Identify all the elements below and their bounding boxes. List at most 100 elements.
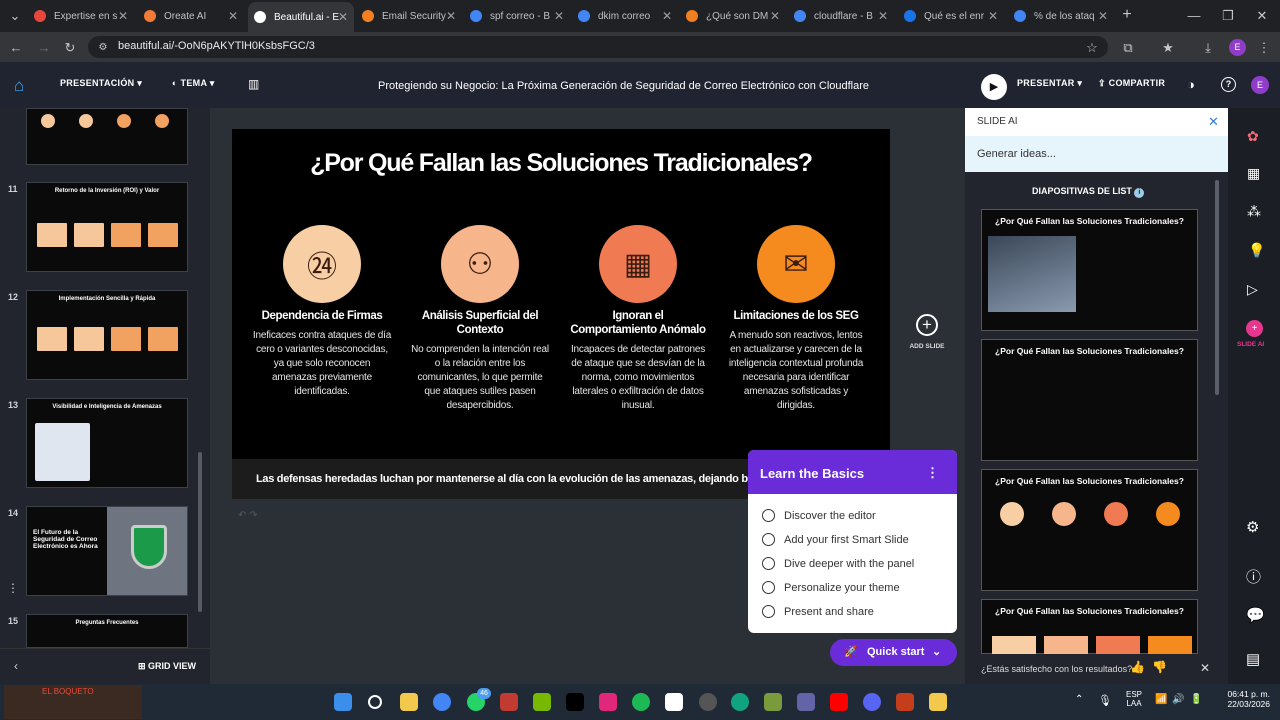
lightbulb-icon[interactable]: 💡: [1248, 242, 1265, 259]
dismiss-feedback-icon[interactable]: ✕: [1200, 661, 1210, 675]
learn-basics-item[interactable]: Dive deeper with the panel: [762, 557, 914, 570]
slide-column[interactable]: ㉔ Dependencia de Firmas Ineficaces contra …: [252, 225, 392, 399]
grid-view-button[interactable]: ⊞ GRID VIEW: [138, 661, 196, 672]
compartir-button[interactable]: ⇪ COMPARTIR: [1098, 78, 1165, 89]
more-options-icon[interactable]: ⋮: [926, 465, 939, 481]
file-explorer-icon[interactable]: [400, 693, 418, 711]
tab-close-icon[interactable]: ✕: [1098, 9, 1108, 23]
right-panel-scrollbar[interactable]: [1215, 180, 1219, 395]
slide-thumbnail[interactable]: [26, 108, 188, 165]
ai-slide-option[interactable]: ¿Por Qué Fallan las Soluciones Tradicion…: [981, 209, 1198, 331]
user-avatar[interactable]: E: [1251, 76, 1269, 94]
quick-start-button[interactable]: 🚀 Quick start ⌄: [830, 639, 957, 666]
chart-icon[interactable]: ▥: [248, 77, 259, 91]
palette-tool-icon[interactable]: ✿: [1247, 128, 1259, 145]
learn-basics-item[interactable]: Present and share: [762, 605, 874, 618]
browser-tab[interactable]: Expertise en s ✕: [28, 4, 134, 28]
column-title[interactable]: Ignoran el Comportamiento Anómalo: [568, 309, 708, 337]
info-icon[interactable]: i: [1134, 188, 1145, 198]
column-description[interactable]: Incapaces de detectar patrones de ataque…: [568, 343, 708, 413]
chrome-icon[interactable]: [433, 693, 451, 711]
tab-close-icon[interactable]: ✕: [554, 9, 564, 23]
tab-close-icon[interactable]: ✕: [662, 9, 672, 23]
undo-icon[interactable]: ↶ ↷: [238, 510, 258, 521]
volume-icon[interactable]: 🔊: [1172, 694, 1184, 705]
column-title[interactable]: Análisis Superficial del Contexto: [410, 309, 550, 337]
reload-icon[interactable]: ↻: [62, 40, 78, 56]
browser-tab[interactable]: spf correo - B ✕: [464, 4, 570, 28]
microphone-icon[interactable]: 🎙: [1098, 694, 1112, 707]
tab-close-icon[interactable]: ✕: [770, 9, 780, 23]
chatgpt-icon[interactable]: [731, 693, 749, 711]
browser-tab[interactable]: dkim correo ✕: [572, 4, 678, 28]
tab-close-icon[interactable]: ✕: [228, 9, 238, 23]
slide-options-icon[interactable]: ⋮: [7, 581, 19, 595]
video-preview[interactable]: EL BOQUETO: [4, 685, 142, 719]
tab-close-icon[interactable]: ✕: [878, 9, 888, 23]
forward-icon[interactable]: →: [36, 40, 52, 56]
ai-slide-option[interactable]: ¿Por Qué Fallan las Soluciones Tradicion…: [981, 339, 1198, 461]
column-title[interactable]: Limitaciones de los SEG: [726, 309, 866, 323]
tiktok-icon[interactable]: [566, 693, 584, 711]
close-panel-icon[interactable]: ✕: [1208, 114, 1219, 130]
slide-column[interactable]: ▦ Ignoran el Comportamiento Anómalo Incapa…: [568, 225, 708, 413]
language-indicator[interactable]: ESP LAA: [1126, 690, 1142, 708]
animation-icon[interactable]: ▷: [1247, 281, 1258, 298]
presentation-title[interactable]: Protegiendo su Negocio: La Próxima Gener…: [378, 80, 869, 92]
slide-ai-tool-label[interactable]: SLIDE AI: [1237, 341, 1264, 348]
theme-toggle-icon[interactable]: ◑: [1187, 77, 1195, 92]
nvidia-icon[interactable]: [533, 693, 551, 711]
thumbs-up-icon[interactable]: 👍: [1130, 660, 1145, 674]
tiktok-alt-icon[interactable]: [599, 693, 617, 711]
browser-tab[interactable]: ¿Qué son DM ✕: [680, 4, 786, 28]
minimize-icon[interactable]: —: [1186, 8, 1202, 24]
tab-close-icon[interactable]: ✕: [446, 9, 456, 23]
slide-thumbnail[interactable]: Visibilidad e Inteligencia de Amenazas: [26, 398, 188, 488]
learn-basics-item[interactable]: Add your first Smart Slide: [762, 533, 909, 546]
browser-tab[interactable]: Email Security ✕: [356, 4, 462, 28]
notes-app-icon[interactable]: [929, 693, 947, 711]
browser-menu-icon[interactable]: ⋮: [1256, 40, 1272, 56]
notes-icon[interactable]: ▤: [1246, 650, 1260, 668]
slide-title[interactable]: ¿Por Qué Fallan las Soluciones Tradicion…: [232, 149, 890, 178]
tab-search-icon[interactable]: ⌄: [6, 8, 24, 24]
generar-ideas-input[interactable]: Generar ideas...: [965, 136, 1228, 172]
tab-close-icon[interactable]: ✕: [988, 9, 998, 23]
presentacion-menu[interactable]: PRESENTACIÓN ▾: [60, 78, 142, 89]
home-icon[interactable]: ⌂: [14, 77, 32, 95]
learn-basics-item[interactable]: Personalize your theme: [762, 581, 900, 594]
tray-chevron-icon[interactable]: ⌃: [1075, 694, 1083, 705]
column-description[interactable]: No comprenden la intención real o la rel…: [410, 343, 550, 413]
slide-column[interactable]: ⚇ Análisis Superficial del Contexto No com…: [410, 225, 550, 413]
slide-column[interactable]: ✉ Limitaciones de los SEG A menudo son rea…: [726, 225, 866, 413]
browser-tab[interactable]: cloudflare - B ✕: [788, 4, 894, 28]
slide-thumbnail[interactable]: Implementación Sencilla y Rápida: [26, 290, 188, 380]
play-icon[interactable]: ▶: [981, 74, 1007, 100]
minecraft-icon[interactable]: [764, 693, 782, 711]
app-icon-gray[interactable]: [699, 693, 717, 711]
close-window-icon[interactable]: ✕: [1254, 8, 1270, 24]
slide-thumbnail[interactable]: Preguntas Frecuentes: [26, 614, 188, 648]
start-icon[interactable]: [334, 693, 352, 711]
powerpoint-icon[interactable]: [896, 693, 914, 711]
url-field[interactable]: beautiful.ai/-OoN6pAKYTlH0KsbsFGC/3: [88, 36, 1108, 58]
extensions-icon[interactable]: ⧉: [1120, 40, 1136, 56]
search-icon[interactable]: [368, 695, 382, 709]
thumbs-down-icon[interactable]: 👎: [1152, 660, 1167, 674]
browser-tab[interactable]: Oreate AI ✕: [138, 4, 244, 28]
bookmark-star-icon[interactable]: ☆: [1084, 40, 1100, 56]
presentar-button[interactable]: PRESENTAR ▾: [1017, 78, 1082, 89]
battery-icon[interactable]: 🔋: [1190, 694, 1202, 705]
download-icon[interactable]: ⤓: [1200, 40, 1216, 56]
info-tool-icon[interactable]: ⓘ: [1246, 566, 1261, 587]
new-tab-button[interactable]: +: [1118, 7, 1136, 23]
tab-close-icon[interactable]: ✕: [338, 10, 348, 24]
browser-tab[interactable]: Qué es el enr ✕: [898, 4, 1004, 28]
back-icon[interactable]: ←: [8, 40, 24, 56]
current-slide[interactable]: ¿Por Qué Fallan las Soluciones Tradicion…: [232, 129, 890, 499]
wifi-icon[interactable]: 📶: [1155, 694, 1167, 705]
column-description[interactable]: A menudo son reactivos, lentos en actual…: [726, 329, 866, 413]
ai-slide-option[interactable]: ¿Por Qué Fallan las Soluciones Tradicion…: [981, 599, 1198, 654]
column-title[interactable]: Dependencia de Firmas: [252, 309, 392, 323]
browser-tab[interactable]: % de los ataq ✕: [1008, 4, 1114, 28]
